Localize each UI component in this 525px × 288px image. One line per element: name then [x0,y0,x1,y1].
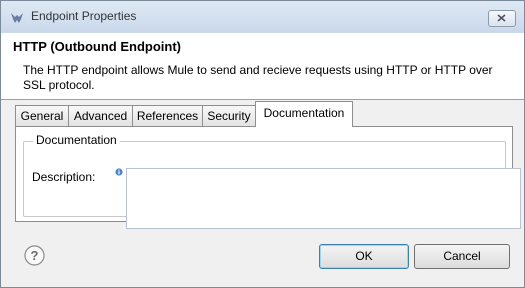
close-icon[interactable] [488,10,516,27]
svg-text:?: ? [31,248,39,263]
tab-references[interactable]: References [132,105,203,126]
tab-security[interactable]: Security [202,105,256,126]
description-label: Description: [32,170,96,184]
dialog-header: HTTP (Outbound Endpoint) The HTTP endpoi… [1,33,524,100]
window-title: Endpoint Properties [31,9,137,23]
tab-advanced[interactable]: Advanced [68,105,133,126]
group-label: Documentation [33,133,120,147]
mule-icon [11,13,23,23]
help-icon[interactable]: ? [24,245,45,266]
ok-button[interactable]: OK [319,244,409,269]
info-icon [115,168,123,176]
title-bar: Endpoint Properties [1,1,524,33]
endpoint-properties-dialog: Endpoint Properties HTTP (Outbound Endpo… [0,0,525,288]
documentation-group: Documentation Description: [23,133,521,229]
description-field[interactable] [126,168,521,229]
tab-general[interactable]: General [15,105,69,126]
documentation-panel: Documentation Description: [15,126,521,229]
tab-documentation[interactable]: Documentation [255,101,353,127]
cancel-button[interactable]: Cancel [414,244,510,269]
header-description: The HTTP endpoint allows Mule to send an… [23,63,493,92]
header-title: HTTP (Outbound Endpoint) [13,39,181,54]
